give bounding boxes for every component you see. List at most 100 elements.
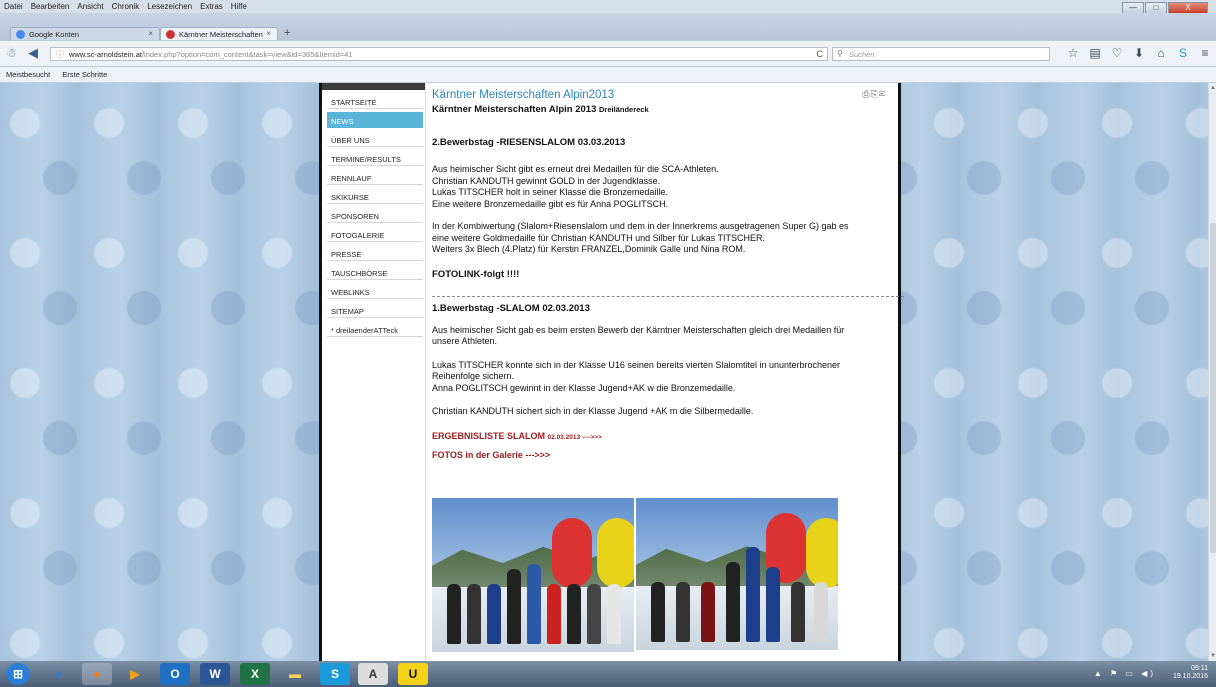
- back-arrow-icon[interactable]: ◀: [28, 45, 38, 61]
- email-icon[interactable]: ✉: [879, 89, 886, 99]
- tab-kaerntner-meisterschaften[interactable]: Kärntner Meisterschaften A... ×: [160, 27, 278, 48]
- menu-hilfe[interactable]: Hilfe: [227, 0, 251, 13]
- clock[interactable]: 09:11 19.10.2016: [1173, 665, 1208, 681]
- article-subtitle: Kärntner Meisterschaften Alpin 2013 Drei…: [432, 104, 900, 115]
- site-sidebar: STARTSEITE NEWS ÜBER UNS TERMINE/RESULTS…: [322, 83, 426, 661]
- outlook-icon[interactable]: O: [160, 663, 190, 685]
- sidebar-item-ueber-uns[interactable]: ÜBER UNS: [327, 131, 423, 147]
- bookmark-meistbesucht[interactable]: Meistbesucht: [6, 70, 50, 79]
- sidebar-item-tauschboerse[interactable]: TAUSCHBÖRSE: [327, 264, 423, 280]
- pocket-icon[interactable]: ♡: [1106, 46, 1128, 60]
- scroll-thumb[interactable]: [1210, 223, 1216, 553]
- page-viewport: STARTSEITE NEWS ÜBER UNS TERMINE/RESULTS…: [0, 83, 1208, 661]
- acrobat-icon[interactable]: A: [358, 663, 388, 685]
- bookmark-erste-schritte[interactable]: Erste Schritte: [62, 70, 107, 79]
- scroll-down-icon[interactable]: ▼: [1209, 653, 1216, 659]
- day2-line: Eine weitere Bronzemedaille gibt es für …: [432, 198, 669, 209]
- pdf-icon[interactable]: ⎙: [862, 89, 870, 99]
- bookmarks-toolbar: Meistbesucht Erste Schritte: [0, 67, 1216, 83]
- day2-combi-line: Weiters 3x Blech (4.Platz) für Kerstin F…: [432, 244, 746, 254]
- home-icon[interactable]: ⌂: [1150, 46, 1172, 60]
- day2-line: Aus heimischer Sicht gibt es erneut drei…: [432, 164, 719, 174]
- sidebar-item-skikurse[interactable]: SKIKURSE: [327, 188, 423, 204]
- menu-extras[interactable]: Extras: [196, 0, 227, 13]
- skype-taskbar-icon[interactable]: S: [320, 663, 350, 685]
- reload-icon[interactable]: C: [817, 49, 824, 59]
- day2-line: Christian KANDUTH gewinnt GOLD in der Ju…: [432, 175, 661, 186]
- url-host: www.sc-arnoldstein.at: [69, 50, 142, 59]
- close-tab-icon[interactable]: ×: [148, 29, 153, 38]
- system-tray-icons[interactable]: ▲ ⚑ ▭ ◀): [1094, 669, 1156, 678]
- tab-bar: Google Konten × Kärntner Meisterschaften…: [0, 13, 1216, 48]
- sidebar-item-termine-results[interactable]: TERMINE/RESULTS: [327, 150, 423, 166]
- scroll-up-icon[interactable]: ▲: [1209, 85, 1216, 91]
- navigation-bar: ☃ ◀ ⓘ www.sc-arnoldstein.at/index.php?op…: [0, 41, 1216, 67]
- podium-photo-slalom[interactable]: [432, 498, 634, 652]
- site-container: STARTSEITE NEWS ÜBER UNS TERMINE/RESULTS…: [319, 83, 904, 661]
- ergebnisliste-date: 02.03.2013 ---->>>: [547, 433, 602, 441]
- day2-combi-line: In der Kombiwertung (Slalom+Riesenslalom…: [432, 221, 849, 231]
- day1-line: Anna POGLITSCH gewinnt in der Klasse Jug…: [432, 382, 736, 393]
- hamburger-menu-icon[interactable]: ≡: [1194, 46, 1216, 60]
- sidebar-item-rennlauf[interactable]: RENNLAUF: [327, 169, 423, 185]
- menu-datei[interactable]: Datei: [0, 0, 27, 13]
- menu-ansicht[interactable]: Ansicht: [73, 0, 107, 13]
- url-path: /index.php?option=com_content&task=view&…: [141, 50, 353, 59]
- firefox-menu-icon[interactable]: ☃: [6, 46, 17, 60]
- excel-icon[interactable]: X: [240, 663, 270, 685]
- menu-bearbeiten[interactable]: Bearbeiten: [27, 0, 74, 13]
- firefox-icon[interactable]: ●: [82, 663, 112, 685]
- sidebar-item-presse[interactable]: PRESSE: [327, 245, 423, 261]
- fotolink-heading: FOTOLINK-folgt !!!!: [432, 268, 520, 280]
- sidebar-item-sponsoren[interactable]: SPONSOREN: [327, 207, 423, 223]
- search-input[interactable]: ⚲ Suchen: [832, 47, 1050, 61]
- skype-icon[interactable]: S: [1172, 46, 1194, 60]
- day2-combi-line: eine weitere Goldmedaille für Christian …: [432, 232, 765, 243]
- close-tab-icon[interactable]: ×: [266, 29, 271, 38]
- vertical-scrollbar[interactable]: ▲ ▼: [1208, 83, 1216, 661]
- menu-lesezeichen[interactable]: Lesezeichen: [143, 0, 196, 13]
- article-content: Kärntner Meisterschaften Alpin2013 ⎙⎘✉ K…: [430, 83, 904, 661]
- internet-explorer-icon[interactable]: e: [44, 663, 74, 685]
- subtitle-small: Dreiländereck: [599, 105, 649, 114]
- site-icon: [166, 30, 175, 39]
- search-icon: ⚲: [837, 49, 843, 58]
- sidebar-item-dreilaender[interactable]: * dreilaenderATTeck: [327, 321, 423, 337]
- info-icon[interactable]: ⓘ: [56, 49, 64, 60]
- article-title: Kärntner Meisterschaften Alpin2013: [432, 89, 615, 101]
- url-bar[interactable]: ⓘ www.sc-arnoldstein.at/index.php?option…: [50, 47, 828, 61]
- search-placeholder: Suchen: [849, 50, 875, 59]
- tab-google-konten[interactable]: Google Konten ×: [10, 27, 160, 40]
- podium-photo-riesenslalom[interactable]: [636, 498, 838, 650]
- day1-line: unsere Athleten.: [432, 336, 498, 346]
- word-icon[interactable]: W: [200, 663, 230, 685]
- subtitle-text: Kärntner Meisterschaften Alpin 2013: [432, 104, 597, 115]
- download-icon[interactable]: ⬇: [1128, 46, 1150, 60]
- sidebar-item-news[interactable]: NEWS: [327, 112, 423, 128]
- ergebnisliste-label: ERGEBNISLISTE SLALOM: [432, 430, 546, 441]
- bookmarks-list-icon[interactable]: ▤: [1084, 46, 1106, 60]
- day1-line: Christian KANDUTH sichert sich in der Kl…: [432, 406, 754, 416]
- print-icon[interactable]: ⎘: [871, 89, 879, 99]
- day2-heading: 2.Bewerbstag -RIESENSLALOM 03.03.2013: [432, 137, 626, 148]
- bookmark-star-icon[interactable]: ☆: [1062, 46, 1084, 60]
- sidebar-item-fotogalerie[interactable]: FOTOGALERIE: [327, 226, 423, 242]
- article-tools: ⎙⎘✉: [862, 89, 886, 100]
- explorer-folder-icon[interactable]: ▬: [280, 663, 310, 685]
- google-icon: [16, 30, 25, 39]
- ergebnisliste-link[interactable]: ERGEBNISLISTE SLALOM 02.03.2013 ---->>>: [432, 431, 900, 441]
- toolbar-icons: ☆ ▤ ♡ ⬇ ⌂ S ≡: [1062, 46, 1216, 60]
- menu-chronik[interactable]: Chronik: [108, 0, 144, 13]
- new-tab-button[interactable]: +: [284, 27, 290, 39]
- start-button[interactable]: ⊞: [6, 663, 30, 685]
- sidebar-item-sitemap[interactable]: SITEMAP: [327, 302, 423, 318]
- sidebar-item-startseite[interactable]: STARTSEITE: [327, 93, 423, 109]
- divider: [432, 295, 904, 297]
- photo-row: [432, 498, 838, 652]
- galerie-link[interactable]: FOTOS in der Galerie --->>>: [432, 450, 900, 460]
- day1-heading: 1.Bewerbstag -SLALOM 02.03.2013: [432, 302, 590, 314]
- media-player-icon[interactable]: ▶: [120, 663, 150, 685]
- sidebar-header: [322, 83, 425, 90]
- u-app-icon[interactable]: U: [398, 663, 428, 685]
- sidebar-item-weblinks[interactable]: WEBLINKS: [327, 283, 423, 299]
